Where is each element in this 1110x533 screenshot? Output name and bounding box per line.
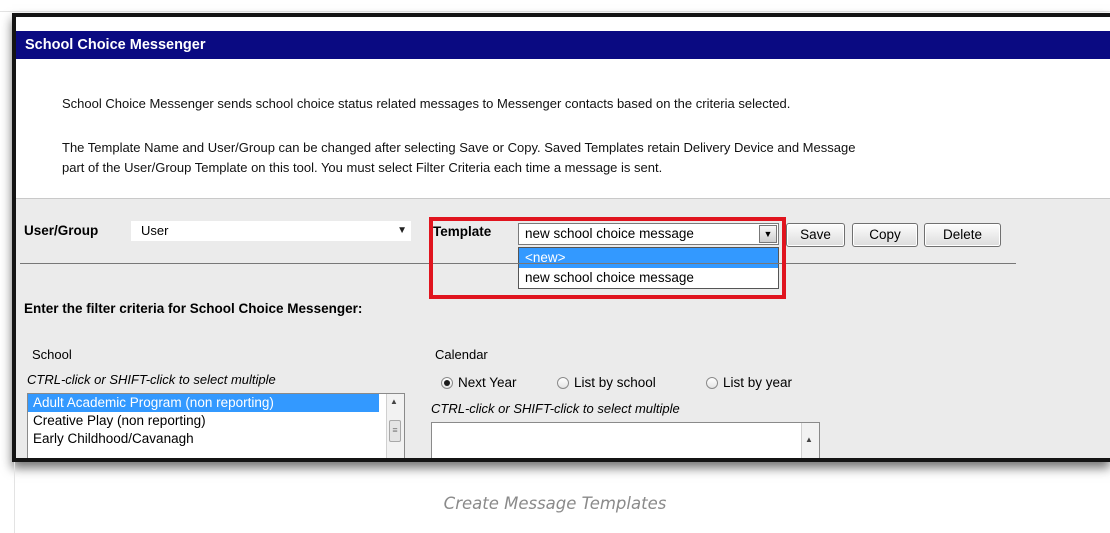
user-group-value: User — [141, 223, 169, 238]
delete-button[interactable]: Delete — [924, 223, 1001, 247]
filter-heading: Enter the filter criteria for School Cho… — [24, 301, 363, 316]
figure-caption: Create Message Templates — [443, 494, 667, 513]
radio-selected-icon — [441, 377, 453, 389]
list-item[interactable]: Creative Play (non reporting) — [28, 412, 404, 430]
template-option-new[interactable]: <new> — [519, 248, 778, 268]
save-button[interactable]: Save — [786, 223, 845, 247]
template-option-school-choice[interactable]: new school choice message — [519, 268, 778, 288]
list-item[interactable]: Adult Academic Program (non reporting) — [28, 394, 379, 412]
school-hint: CTRL-click or SHIFT-click to select mult… — [27, 372, 276, 387]
description-line-1: School Choice Messenger sends school cho… — [62, 96, 791, 111]
template-dropdown-list: <new> new school choice message — [518, 247, 779, 289]
radio-label: List by school — [574, 375, 656, 390]
copy-button[interactable]: Copy — [852, 223, 918, 247]
template-select[interactable]: new school choice message ▼ — [518, 223, 779, 245]
radio-icon — [706, 377, 718, 389]
user-group-select[interactable]: User ▼ — [131, 221, 411, 241]
page-title: School Choice Messenger — [16, 31, 1110, 59]
calendar-listbox[interactable]: ▲ — [431, 422, 820, 458]
scroll-up-icon[interactable]: ▲ — [390, 397, 398, 406]
radio-list-by-year[interactable]: List by year — [706, 375, 792, 391]
toolbar-divider — [20, 263, 1016, 264]
radio-icon — [557, 377, 569, 389]
radio-next-year[interactable]: Next Year — [441, 375, 517, 391]
dropdown-arrow-icon[interactable]: ▼ — [759, 225, 777, 243]
school-label: School — [32, 347, 72, 362]
template-label: Template — [433, 224, 492, 239]
radio-label: Next Year — [458, 375, 517, 390]
calendar-scrollbar[interactable]: ▲ — [801, 423, 819, 458]
description-line-2: The Template Name and User/Group can be … — [62, 140, 856, 155]
school-scrollbar[interactable]: ▲ ≡ — [386, 394, 404, 458]
page-top-rule — [0, 11, 1110, 12]
scroll-up-icon[interactable]: ▲ — [805, 435, 813, 444]
scroll-thumb[interactable]: ≡ — [389, 420, 401, 442]
screenshot-frame: School Choice Messenger School Choice Me… — [12, 13, 1110, 462]
description-line-3: part of the User/Group Template on this … — [62, 160, 663, 175]
school-listbox[interactable]: Adult Academic Program (non reporting) C… — [27, 393, 405, 458]
radio-label: List by year — [723, 375, 793, 390]
calendar-hint: CTRL-click or SHIFT-click to select mult… — [431, 401, 680, 416]
user-group-label: User/Group — [24, 223, 99, 238]
list-item[interactable]: Early Childhood/Cavanagh — [28, 430, 404, 448]
chevron-down-icon: ▼ — [397, 225, 407, 236]
calendar-label: Calendar — [435, 347, 488, 362]
template-value: new school choice message — [525, 226, 694, 241]
radio-list-by-school[interactable]: List by school — [557, 375, 656, 391]
